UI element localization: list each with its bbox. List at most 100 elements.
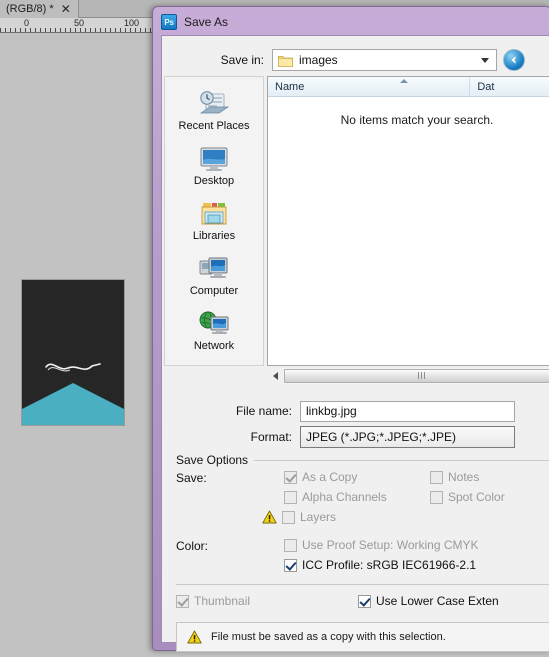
recent-places-icon (199, 91, 230, 114)
sidebar-item-recent-places[interactable]: Recent Places (168, 87, 260, 134)
format-combobox[interactable]: JPEG (*.JPG;*.JPEG;*.JPE) (300, 426, 515, 448)
artboard[interactable] (22, 280, 124, 425)
photoshop-icon-label: Ps (164, 17, 174, 27)
ruler-tick (140, 28, 141, 32)
file-name-input[interactable]: linkbg.jpg (300, 400, 515, 422)
save-as-dialog[interactable]: Ps Save As Save in: images Recent Places… (152, 6, 549, 652)
ruler-tick (100, 28, 101, 32)
checkbox-notes[interactable]: Notes (430, 470, 479, 484)
grip-icon (418, 372, 419, 379)
checkbox-box[interactable] (284, 558, 297, 572)
checkbox-label: Alpha Channels (302, 490, 387, 504)
dialog-title-bar[interactable]: Ps Save As (156, 10, 548, 34)
checkbox-label: Notes (448, 470, 480, 484)
file-list[interactable]: Name Dat No items match your search. (267, 76, 549, 366)
photoshop-icon: Ps (161, 14, 177, 30)
sidebar-item-label: Computer (189, 285, 239, 297)
ruler-tick (35, 28, 36, 32)
checkbox-box[interactable] (284, 538, 297, 552)
checkbox-layers[interactable]: Layers (262, 510, 336, 524)
checkbox-label: ICC Profile: sRGB IEC61966-2.1 (302, 558, 477, 572)
column-header-name-label: Name (275, 80, 305, 93)
sort-ascending-icon (400, 79, 408, 83)
ruler-tick (10, 28, 11, 32)
folder-icon (278, 55, 293, 67)
sidebar-item-label: Desktop (193, 175, 235, 187)
teal-chevron-shape (22, 383, 124, 425)
sidebar-item-libraries[interactable]: Libraries (168, 197, 260, 244)
ruler-tick (95, 28, 96, 32)
ruler-tick (115, 28, 116, 32)
places-sidebar[interactable]: Recent Places Desktop Libraries Computer… (164, 76, 264, 366)
file-list-horizontal-scrollbar[interactable] (267, 367, 549, 384)
checkbox-use-proof-setup[interactable]: Use Proof Setup: Working CMYK (284, 538, 479, 552)
checkbox-box[interactable] (430, 470, 443, 484)
file-list-header: Name Dat (268, 77, 549, 97)
file-list-empty-message: No items match your search. (340, 113, 494, 127)
format-label: Format: (250, 430, 292, 444)
ruler-tick (150, 28, 151, 32)
checkbox-box[interactable] (284, 490, 297, 504)
ruler-tick (110, 28, 111, 32)
warning-message-box: File must be saved as a copy with this s… (176, 622, 549, 652)
column-header-date[interactable]: Dat (470, 77, 549, 96)
save-in-combobox[interactable]: images (272, 49, 497, 71)
sidebar-item-desktop[interactable]: Desktop (168, 142, 260, 189)
warning-triangle-icon (187, 630, 202, 644)
ruler-tick (50, 28, 51, 32)
column-header-name[interactable]: Name (268, 77, 471, 96)
ruler-tick (45, 28, 46, 32)
sidebar-item-computer[interactable]: Computer (168, 252, 260, 299)
sidebar-item-label: Libraries (192, 230, 236, 242)
ruler-tick (120, 28, 121, 32)
sidebar-item-network[interactable]: Network (168, 307, 260, 354)
libraries-icon (201, 203, 227, 225)
close-icon[interactable]: ✕ (61, 3, 71, 15)
checkbox-box[interactable] (284, 470, 297, 484)
checkbox-label: Spot Color (448, 490, 505, 504)
checkbox-box[interactable] (358, 594, 371, 608)
save-in-value: images (299, 53, 338, 67)
ruler-label: 0 (24, 18, 30, 28)
ruler-tick (55, 28, 56, 32)
save-in-label: Save in: (220, 53, 264, 67)
grip-icon (421, 372, 422, 379)
ruler-tick (5, 28, 6, 32)
ruler-tick (80, 28, 81, 32)
ruler-tick (65, 28, 66, 32)
document-tab[interactable]: (RGB/8) * ✕ (0, 0, 79, 18)
checkbox-thumbnail[interactable]: Thumbnail (176, 594, 250, 608)
checkbox-spot-color[interactable]: Spot Color (430, 490, 505, 504)
desktop-icon (200, 147, 228, 171)
scrollbar-thumb[interactable] (284, 368, 549, 383)
save-label: Save: (176, 471, 207, 485)
checkbox-use-lower-case-extension[interactable]: Use Lower Case Exten (358, 594, 499, 608)
format-value: JPEG (*.JPG;*.JPEG;*.JPE) (306, 430, 457, 444)
checkbox-alpha-channels[interactable]: Alpha Channels (284, 490, 387, 504)
checkbox-icc-profile[interactable]: ICC Profile: sRGB IEC61966-2.1 (284, 558, 476, 572)
checkbox-box[interactable] (176, 594, 189, 608)
ruler-tick (25, 28, 26, 32)
ruler-tick (70, 28, 71, 32)
ruler-tick (105, 28, 106, 32)
back-arrow-glyph (511, 56, 516, 64)
chevron-down-icon[interactable] (481, 57, 489, 63)
file-name-row: File name: linkbg.jpg (162, 400, 549, 422)
ruler-tick (60, 28, 61, 32)
checkbox-box[interactable] (282, 510, 295, 524)
ruler-tick (75, 28, 76, 32)
scrollbar-track[interactable] (283, 367, 549, 384)
ruler-tick (20, 28, 21, 32)
back-arrow-icon[interactable] (503, 49, 525, 71)
arrow-left-icon[interactable] (267, 367, 283, 384)
ruler-tick (15, 28, 16, 32)
ruler-tick (30, 28, 31, 32)
checkbox-label: Layers (300, 510, 337, 524)
column-header-date-label: Dat (477, 80, 495, 93)
format-row: Format: JPEG (*.JPG;*.JPEG;*.JPE) (162, 426, 549, 448)
sidebar-item-label: Recent Places (178, 120, 250, 132)
sidebar-item-label: Network (193, 340, 235, 352)
checkbox-as-a-copy[interactable]: As a Copy (284, 470, 357, 484)
save-options-title: Save Options (176, 453, 255, 467)
checkbox-box[interactable] (430, 490, 443, 504)
